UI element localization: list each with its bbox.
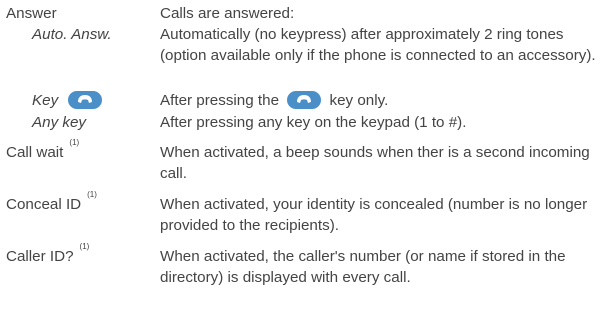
term-answer: Answer bbox=[6, 5, 57, 22]
desc-answer: Calls are answered: bbox=[160, 5, 295, 22]
term-caller-id-label: Caller ID? bbox=[6, 248, 74, 265]
term-auto-answer: Auto. Answ. bbox=[32, 26, 112, 43]
term-key: Key bbox=[32, 90, 104, 111]
footnote-marker: (1) bbox=[69, 138, 80, 147]
term-conceal-id-label: Conceal ID bbox=[6, 196, 82, 213]
footnote-marker: (1) bbox=[79, 242, 90, 251]
term-key-label: Key bbox=[32, 92, 59, 109]
desc-conceal-id: When activated, your identity is conceal… bbox=[160, 196, 588, 234]
call-key-icon bbox=[68, 90, 103, 109]
desc-key-pre: After pressing the bbox=[160, 92, 280, 109]
desc-any-key: After pressing any key on the keypad (1 … bbox=[160, 114, 467, 131]
term-caller-id: Caller ID? (1) bbox=[6, 243, 89, 267]
desc-call-wait: When activated, a beep sounds when ther … bbox=[160, 144, 590, 182]
desc-key-post: key only. bbox=[329, 92, 389, 109]
desc-key: After pressing the key only. bbox=[160, 90, 602, 111]
desc-auto-answer: Automatically (no keypress) after approx… bbox=[160, 26, 596, 64]
call-key-icon bbox=[287, 90, 322, 109]
desc-caller-id: When activated, the caller's number (or … bbox=[160, 248, 566, 286]
term-any-key: Any key bbox=[32, 114, 87, 131]
term-call-wait-label: Call wait bbox=[6, 144, 64, 161]
footnote-marker: (1) bbox=[87, 190, 97, 199]
term-call-wait: Call wait (1) bbox=[6, 139, 79, 163]
term-conceal-id: Conceal ID (1) bbox=[6, 191, 97, 215]
